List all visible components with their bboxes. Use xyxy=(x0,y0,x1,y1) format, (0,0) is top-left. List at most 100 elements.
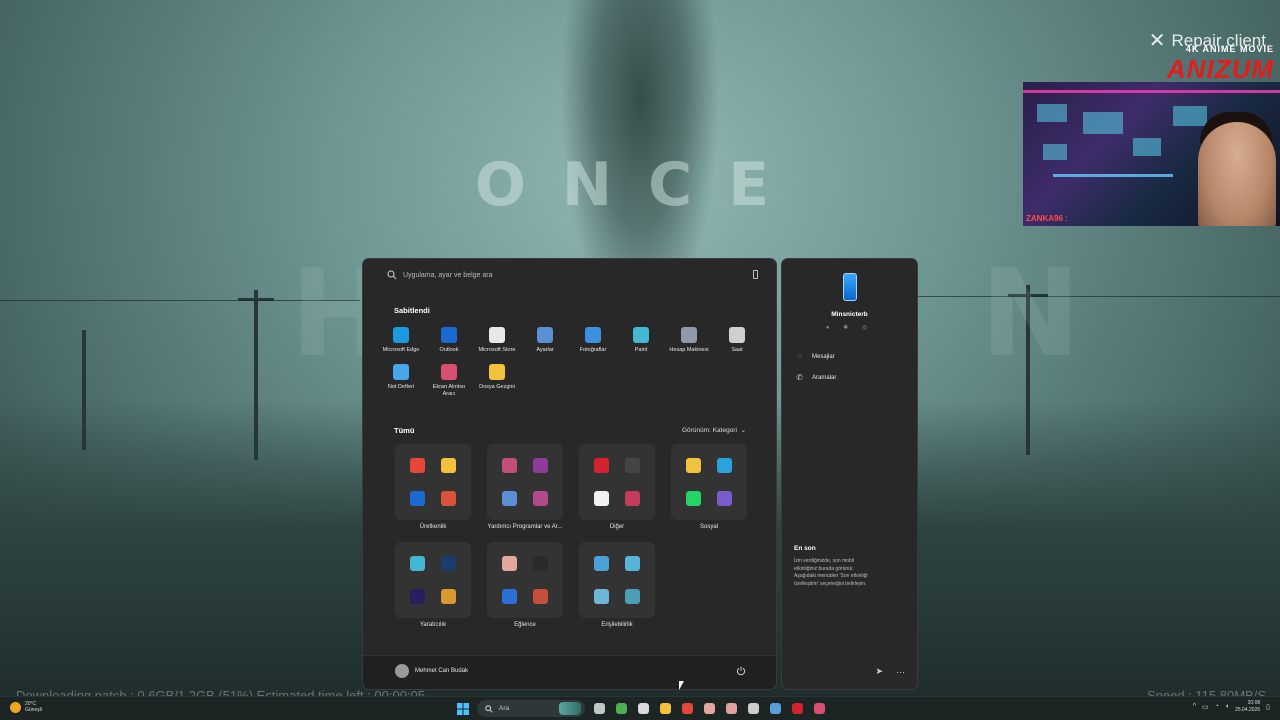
file-explorer-icon[interactable] xyxy=(657,701,673,717)
category-label: Sosyal xyxy=(699,524,718,530)
anime-app-icon[interactable] xyxy=(723,701,739,717)
pinned-app[interactable]: Hesap Makinesi xyxy=(665,327,713,354)
sun-icon xyxy=(10,701,21,713)
tray-chevron-icon[interactable]: ^ xyxy=(1193,703,1196,710)
paint-icon xyxy=(410,556,425,571)
pinned-app[interactable]: Fotoğraflar xyxy=(569,327,617,354)
app-category[interactable]: Erişilebilirlik xyxy=(579,542,655,628)
pinned-app[interactable]: Outlook xyxy=(425,327,473,354)
media-icon xyxy=(533,589,548,604)
category-label: Eğlence xyxy=(514,622,536,628)
photos-icon xyxy=(585,327,601,343)
app-icon[interactable] xyxy=(811,701,827,717)
pinned-app[interactable]: Paint xyxy=(617,327,665,354)
messages-label: Mesajlar xyxy=(812,353,835,360)
steam-settings-icon[interactable] xyxy=(635,701,651,717)
message-icon: ◌ xyxy=(797,352,802,361)
smartphone-icon xyxy=(843,273,857,301)
calculator-icon xyxy=(681,327,697,343)
category-folder[interactable] xyxy=(395,444,471,520)
pinned-app-label: Hesap Makinesi xyxy=(669,347,709,353)
winrar-icon xyxy=(533,458,548,473)
category-folder[interactable] xyxy=(487,444,563,520)
recent-description: İzin verdiğinizde, son mobil etkinliğini… xyxy=(794,558,868,587)
volume-icon[interactable]: ◖ xyxy=(1225,703,1229,710)
pinned-app[interactable]: Dosya Gezgini xyxy=(473,363,521,398)
calls-button[interactable]: ✆ Aramalar xyxy=(795,373,836,382)
category-folder[interactable] xyxy=(395,542,471,618)
task-view-icon[interactable] xyxy=(591,701,607,717)
pinned-app[interactable]: Microsoft Store xyxy=(473,327,521,354)
category-folder[interactable] xyxy=(579,444,655,520)
pinned-app[interactable]: Not Defteri xyxy=(377,363,425,398)
category-label: Erişilebilirlik xyxy=(601,622,633,628)
more-options-icon[interactable]: ··· xyxy=(896,667,905,677)
game-icon[interactable] xyxy=(701,701,717,717)
apps-icon xyxy=(625,491,640,506)
category-label: Diğer xyxy=(609,524,625,530)
app-category[interactable]: Üretkenlik xyxy=(395,444,471,530)
notepad-icon xyxy=(393,363,409,380)
pinned-app[interactable]: Saat xyxy=(713,327,761,354)
telegram-icon xyxy=(717,458,732,473)
search-icon xyxy=(387,270,397,280)
opera-icon xyxy=(594,458,609,473)
category-folder[interactable] xyxy=(487,542,563,618)
app-category[interactable]: Yardımcı Programlar ve Ar... xyxy=(487,444,563,530)
epic-games-icon xyxy=(533,556,548,571)
power-icon[interactable] xyxy=(736,666,746,676)
phone-icon: ✆ xyxy=(796,373,803,382)
power-pole xyxy=(82,330,86,450)
accessibility-icon xyxy=(625,589,640,604)
pinned-app-label: Not Defteri xyxy=(387,383,415,390)
taskbar-search-label: Ara xyxy=(499,705,510,712)
pinned-app[interactable]: Ekran Alıntısı Aracı xyxy=(425,363,473,398)
view-category-dropdown[interactable]: Görünüm: Kategori ⌄ xyxy=(682,426,746,434)
weather-desc: Güneşli xyxy=(25,707,42,714)
app-category[interactable]: Yaratıcılık xyxy=(395,542,471,628)
view-category-label: Görünüm: Kategori xyxy=(682,427,737,434)
pinned-app[interactable]: Ayarlar xyxy=(521,327,569,354)
search-placeholder: Uygulama, ayar ve belge ara xyxy=(403,271,493,279)
category-label: Üretkenlik xyxy=(419,524,447,530)
clock[interactable]: 20:08 25.04.2026 xyxy=(1235,700,1260,713)
discord-icon xyxy=(686,458,701,473)
send-icon[interactable]: ➤ xyxy=(875,666,883,677)
messages-button[interactable]: ◌ Mesajlar xyxy=(795,352,835,361)
app-category[interactable]: Eğlence xyxy=(487,542,563,628)
file-explorer-icon xyxy=(441,458,456,473)
start-search-box[interactable]: Uygulama, ayar ve belge ara xyxy=(379,265,762,285)
category-folder[interactable] xyxy=(579,542,655,618)
streamer-face xyxy=(1198,122,1276,226)
phone-link-icon[interactable] xyxy=(753,270,758,279)
taskbar-search[interactable]: Ara xyxy=(477,700,585,717)
epic-games-icon[interactable] xyxy=(745,701,761,717)
user-account-button[interactable]: Mehmet Can Budak xyxy=(395,664,468,678)
pinned-apps-grid: Microsoft Edge Outlook Microsoft Store Ayar… xyxy=(377,327,767,398)
weather-widget[interactable]: 20°C Güneşli xyxy=(10,701,42,714)
category-label: Yardımcı Programlar ve Ar... xyxy=(487,524,563,530)
photoshop-icon xyxy=(441,556,456,571)
chrome-icon[interactable] xyxy=(679,701,695,717)
app-category[interactable]: Diğer xyxy=(579,444,655,530)
wifi-icon[interactable]: ◔ xyxy=(1215,703,1219,710)
opera-icon[interactable] xyxy=(789,701,805,717)
taskbar: 20°C Güneşli Ara ^ ▭ ◔ ◖ 20:08 25.04.202… xyxy=(0,696,1280,720)
category-label: Yaratıcılık xyxy=(419,622,447,628)
snipping-tool-icon xyxy=(441,363,457,380)
app-category[interactable]: Sosyal xyxy=(671,444,747,530)
narrator-icon xyxy=(594,589,609,604)
chevron-down-icon: ⌄ xyxy=(738,427,746,434)
pinned-app[interactable]: Microsoft Edge xyxy=(377,327,425,354)
notification-icon[interactable]: ▯ xyxy=(1266,703,1270,711)
network-icon[interactable]: ▭ xyxy=(1202,703,1209,711)
snipping-tool-icon xyxy=(502,458,517,473)
settings-icon xyxy=(502,491,517,506)
pinned-section-title: Sabitlendi xyxy=(394,306,430,315)
xbox-icon[interactable] xyxy=(613,701,629,717)
search-icon xyxy=(485,704,493,713)
windows-start-icon[interactable] xyxy=(455,701,471,717)
category-folder[interactable] xyxy=(671,444,747,520)
steam-icon[interactable] xyxy=(767,701,783,717)
system-tray: ^ ▭ ◔ ◖ 20:08 25.04.2026 ▯ xyxy=(1193,700,1270,713)
